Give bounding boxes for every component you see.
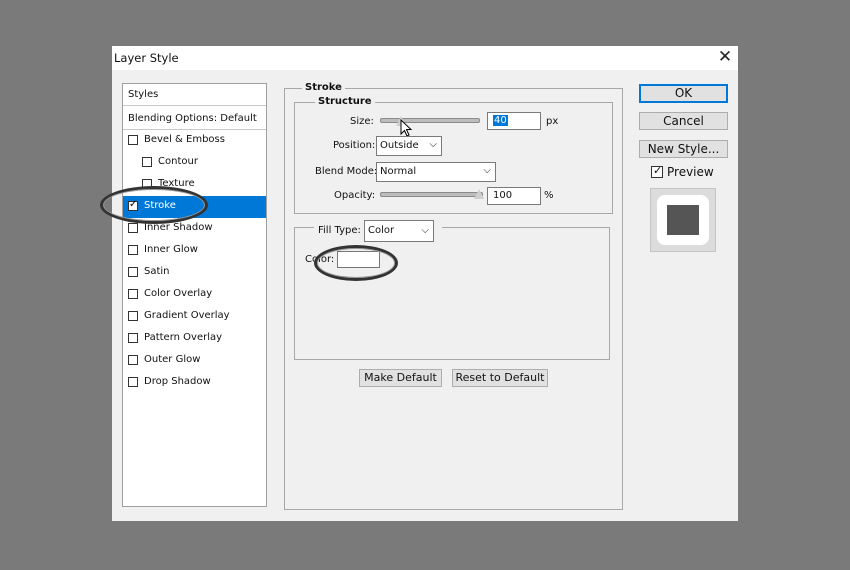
layer-style-dialog: Layer Style ✕ Styles Blending Options: D… [100, 46, 738, 521]
style-item-bevel-emboss[interactable]: Bevel & Emboss [123, 130, 266, 152]
position-select[interactable]: Outside ⌵ [376, 136, 442, 156]
style-item-inner-glow[interactable]: Inner Glow [123, 240, 266, 262]
blending-options-item[interactable]: Blending Options: Default [123, 108, 266, 130]
style-item-outer-glow[interactable]: Outer Glow [123, 350, 266, 372]
chevron-down-icon: ⌵ [429, 139, 437, 150]
chevron-down-icon: ⌵ [483, 165, 491, 176]
style-item-label: Color Overlay [144, 288, 213, 299]
structure-label: Structure [315, 96, 375, 107]
position-value: Outside [380, 140, 419, 151]
reset-to-default-button[interactable]: Reset to Default [452, 369, 548, 387]
opacity-unit: % [544, 190, 554, 201]
size-slider[interactable] [380, 118, 480, 123]
checkbox[interactable] [128, 245, 138, 255]
opacity-slider-thumb[interactable] [474, 189, 484, 199]
style-item-satin[interactable]: Satin [123, 262, 266, 284]
size-value: 40 [493, 115, 508, 126]
blend-mode-select[interactable]: Normal ⌵ [376, 162, 496, 182]
new-style-button[interactable]: New Style... [639, 140, 728, 158]
checkbox[interactable] [142, 157, 152, 167]
size-input[interactable]: 40 [487, 112, 541, 130]
styles-header[interactable]: Styles [123, 84, 266, 106]
blend-mode-label: Blend Mode: [315, 166, 378, 177]
opacity-input[interactable]: 100 [487, 187, 541, 205]
style-item-drop-shadow[interactable]: Drop Shadow [123, 372, 266, 394]
close-icon[interactable]: ✕ [716, 48, 734, 66]
cancel-button[interactable]: Cancel [639, 112, 728, 130]
checkbox[interactable] [128, 311, 138, 321]
checkbox[interactable] [128, 267, 138, 277]
ok-button[interactable]: OK [639, 84, 728, 103]
checkbox[interactable] [128, 355, 138, 365]
check-icon: ✓ [653, 164, 663, 177]
style-item-label: Bevel & Emboss [144, 134, 225, 145]
style-item-label: Drop Shadow [144, 376, 211, 387]
style-item-color-overlay[interactable]: Color Overlay [123, 284, 266, 306]
chevron-down-icon: ⌵ [421, 225, 429, 236]
checkbox[interactable] [128, 289, 138, 299]
style-item-label: Gradient Overlay [144, 310, 230, 321]
opacity-slider[interactable] [380, 192, 483, 197]
preview-checkbox[interactable]: ✓ [651, 164, 663, 178]
checkbox[interactable] [128, 333, 138, 343]
style-item-label: Contour [158, 156, 198, 167]
styles-list: Styles Blending Options: Default Bevel &… [122, 83, 267, 507]
style-item-label: Satin [144, 266, 170, 277]
blend-mode-value: Normal [380, 166, 417, 177]
opacity-label: Opacity: [334, 190, 376, 201]
preview-stroke [657, 195, 709, 245]
style-item-gradient-overlay[interactable]: Gradient Overlay [123, 306, 266, 328]
style-item-label: Pattern Overlay [144, 332, 223, 343]
fill-type-select[interactable]: Color ⌵ [364, 220, 434, 242]
size-label: Size: [350, 116, 374, 127]
preview-label: Preview [667, 165, 714, 179]
checkbox[interactable] [128, 135, 138, 145]
highlight-ellipse-color [314, 245, 398, 281]
checkbox[interactable] [128, 223, 138, 233]
stroke-section-label: Stroke [302, 82, 345, 93]
style-item-label: Inner Glow [144, 244, 198, 255]
position-label: Position: [333, 140, 376, 151]
fill-type-label: Fill Type: [318, 225, 361, 236]
style-item-contour[interactable]: Contour [123, 152, 266, 174]
highlight-ellipse-stroke [100, 186, 208, 224]
style-item-label: Outer Glow [144, 354, 201, 365]
dialog-title: Layer Style [114, 51, 179, 65]
checkbox[interactable] [128, 377, 138, 387]
make-default-button[interactable]: Make Default [359, 369, 442, 387]
style-item-pattern-overlay[interactable]: Pattern Overlay [123, 328, 266, 350]
preview-thumbnail [650, 188, 716, 252]
size-unit: px [546, 116, 559, 127]
preview-shape [667, 205, 699, 235]
opacity-value: 100 [493, 190, 513, 201]
fill-type-value: Color [368, 225, 395, 236]
title-bar: Layer Style ✕ [112, 46, 738, 70]
